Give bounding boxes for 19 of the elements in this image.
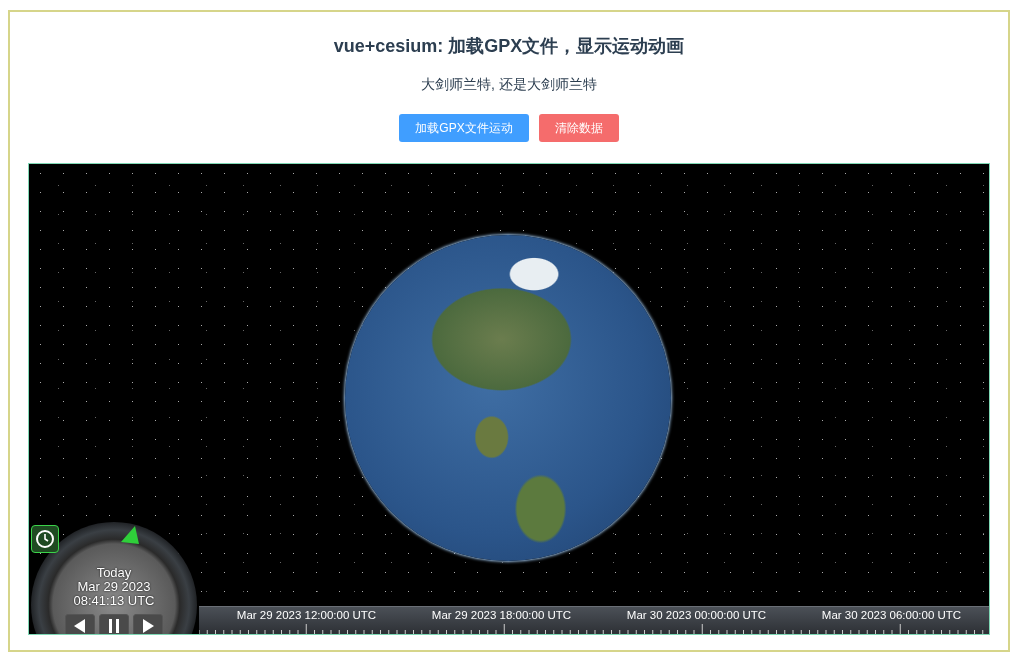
timeline-label: Mar 30 2023 06:00:00 UTC — [820, 608, 963, 623]
date-label: Mar 29 2023 — [77, 580, 151, 594]
timeline-label: Mar 30 2023 00:00:00 UTC — [625, 608, 768, 623]
timeline-label: Mar 29 2023 18:00:00 UTC — [430, 608, 573, 623]
time-label: 08:41:13 UTC — [73, 594, 155, 608]
day-label: Today — [96, 566, 132, 580]
needle-icon[interactable] — [119, 526, 141, 546]
page-subtitle: 大剑师兰特, 还是大剑师兰特 — [421, 75, 597, 94]
globe-viewer[interactable]: Today Mar 29 2023 08:41:13 UTC Mar 29 2023 12:00:00 UTC Mar 29 2023 18:00:00 UTC Mar 30 2023 00:00:00 UTC Mar 30 2023 06:00:00 UTC — [28, 163, 990, 635]
reverse-icon — [74, 619, 86, 633]
reverse-button[interactable] — [65, 614, 95, 634]
page-title: vue+cesium: 加载GPX文件，显示运动动画 — [333, 35, 685, 58]
clock-icon[interactable] — [31, 525, 59, 553]
timeline-label: Mar 29 2023 12:00:00 UTC — [235, 608, 378, 623]
pause-button[interactable] — [99, 614, 129, 634]
play-button[interactable] — [133, 614, 163, 634]
play-icon — [142, 619, 154, 633]
timeline-bar[interactable]: Mar 29 2023 12:00:00 UTC Mar 29 2023 18:00:00 UTC Mar 30 2023 00:00:00 UTC Mar 30 2023 06:00:00 UTC — [199, 606, 989, 634]
pause-icon — [108, 619, 120, 633]
